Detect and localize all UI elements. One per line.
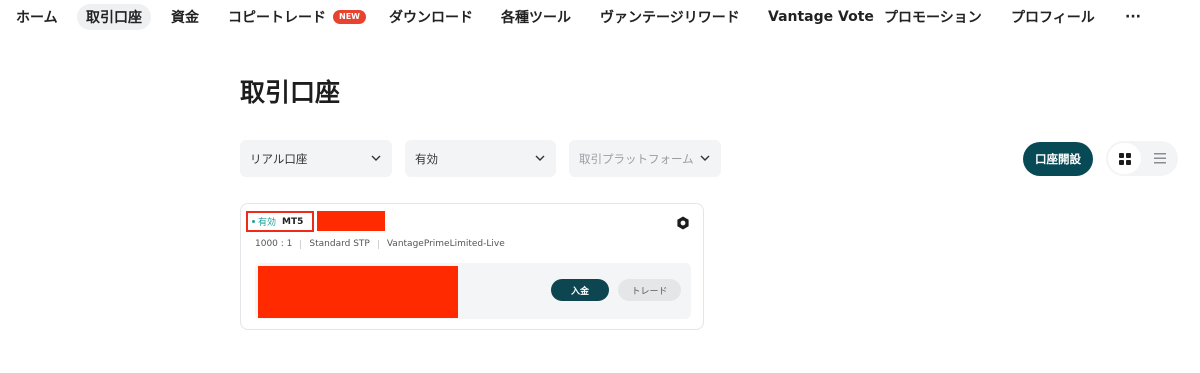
account-type-select[interactable]: リアル口座 xyxy=(240,140,392,177)
nav-item-copy-trade[interactable]: コピートレード NEW xyxy=(228,4,366,30)
status-select[interactable]: 有効 xyxy=(405,140,556,177)
nav-item-funds[interactable]: 資金 xyxy=(171,4,199,30)
grid-icon xyxy=(1118,152,1131,165)
nav-item-label: ホーム xyxy=(16,10,58,26)
view-toggle xyxy=(1106,141,1178,176)
nav-item-label: 各種ツール xyxy=(501,10,571,26)
nav-item-tools[interactable]: 各種ツール xyxy=(501,4,571,30)
nav-item-trading-accounts[interactable]: 取引口座 xyxy=(77,4,151,30)
deposit-button[interactable]: 入金 xyxy=(551,279,609,301)
meta-divider xyxy=(300,239,302,249)
chevron-down-icon xyxy=(371,155,381,161)
grid-view-button[interactable] xyxy=(1108,143,1141,174)
account-meta: 1000 : 1 Standard STP VantagePrimeLimite… xyxy=(255,239,505,249)
nav-more-button[interactable]: ··· xyxy=(1125,4,1141,30)
status-value: 有効 xyxy=(415,151,438,166)
settings-icon[interactable] xyxy=(676,216,690,230)
nav-item-label: ヴァンテージリワード xyxy=(600,10,740,26)
meta-divider xyxy=(377,239,379,249)
account-type-value: リアル口座 xyxy=(250,151,308,166)
nav-item-label: ダウンロード xyxy=(389,10,473,26)
platform-select[interactable]: 取引プラットフォーム xyxy=(569,140,721,177)
redacted-balance xyxy=(258,266,458,318)
trade-button[interactable]: トレード xyxy=(618,279,681,301)
open-account-label: 口座開設 xyxy=(1035,152,1081,166)
nav-item-vantage-vote[interactable]: Vantage Vote xyxy=(768,4,874,30)
nav-item-label: 取引口座 xyxy=(86,10,142,26)
nav-item-label: Vantage Vote xyxy=(768,9,874,25)
chevron-down-icon xyxy=(700,155,710,161)
platform-badge: MT5 xyxy=(282,216,304,227)
server-value: VantagePrimeLimited-Live xyxy=(386,239,505,249)
nav-item-profile[interactable]: プロフィール xyxy=(1011,4,1095,30)
chevron-down-icon xyxy=(535,155,545,161)
top-nav: ホーム 取引口座 資金 コピートレード NEW ダウンロード 各種ツール ヴァン… xyxy=(0,0,1200,34)
redacted-account-number xyxy=(317,211,385,231)
nav-item-download[interactable]: ダウンロード xyxy=(389,4,473,30)
page-title: 取引口座 xyxy=(240,78,341,107)
trade-label: トレード xyxy=(631,286,668,297)
new-badge: NEW xyxy=(333,10,366,24)
balance-panel: 入金 トレード xyxy=(255,263,691,319)
account-tags: 有効 MT5 xyxy=(246,211,314,232)
open-account-button[interactable]: 口座開設 xyxy=(1023,142,1093,176)
more-icon: ··· xyxy=(1125,9,1141,25)
nav-item-home[interactable]: ホーム xyxy=(16,4,58,30)
nav-item-rewards[interactable]: ヴァンテージリワード xyxy=(600,4,740,30)
list-view-button[interactable] xyxy=(1144,143,1176,174)
nav-item-label: 資金 xyxy=(171,10,199,26)
account-type-value: Standard STP xyxy=(309,239,370,249)
nav-item-promotions[interactable]: プロモーション xyxy=(884,4,982,30)
deposit-label: 入金 xyxy=(570,286,589,297)
nav-item-label: プロフィール xyxy=(1011,10,1095,26)
platform-placeholder: 取引プラットフォーム xyxy=(579,151,694,166)
status-dot-icon xyxy=(252,220,255,223)
nav-item-label: コピートレード xyxy=(228,10,326,26)
list-icon xyxy=(1154,153,1166,164)
status-badge: 有効 xyxy=(258,218,277,228)
nav-item-label: プロモーション xyxy=(884,10,982,26)
account-card: 有効 MT5 1000 : 1 Standard STP VantagePrim… xyxy=(240,203,704,330)
leverage-value: 1000 : 1 xyxy=(255,239,293,249)
